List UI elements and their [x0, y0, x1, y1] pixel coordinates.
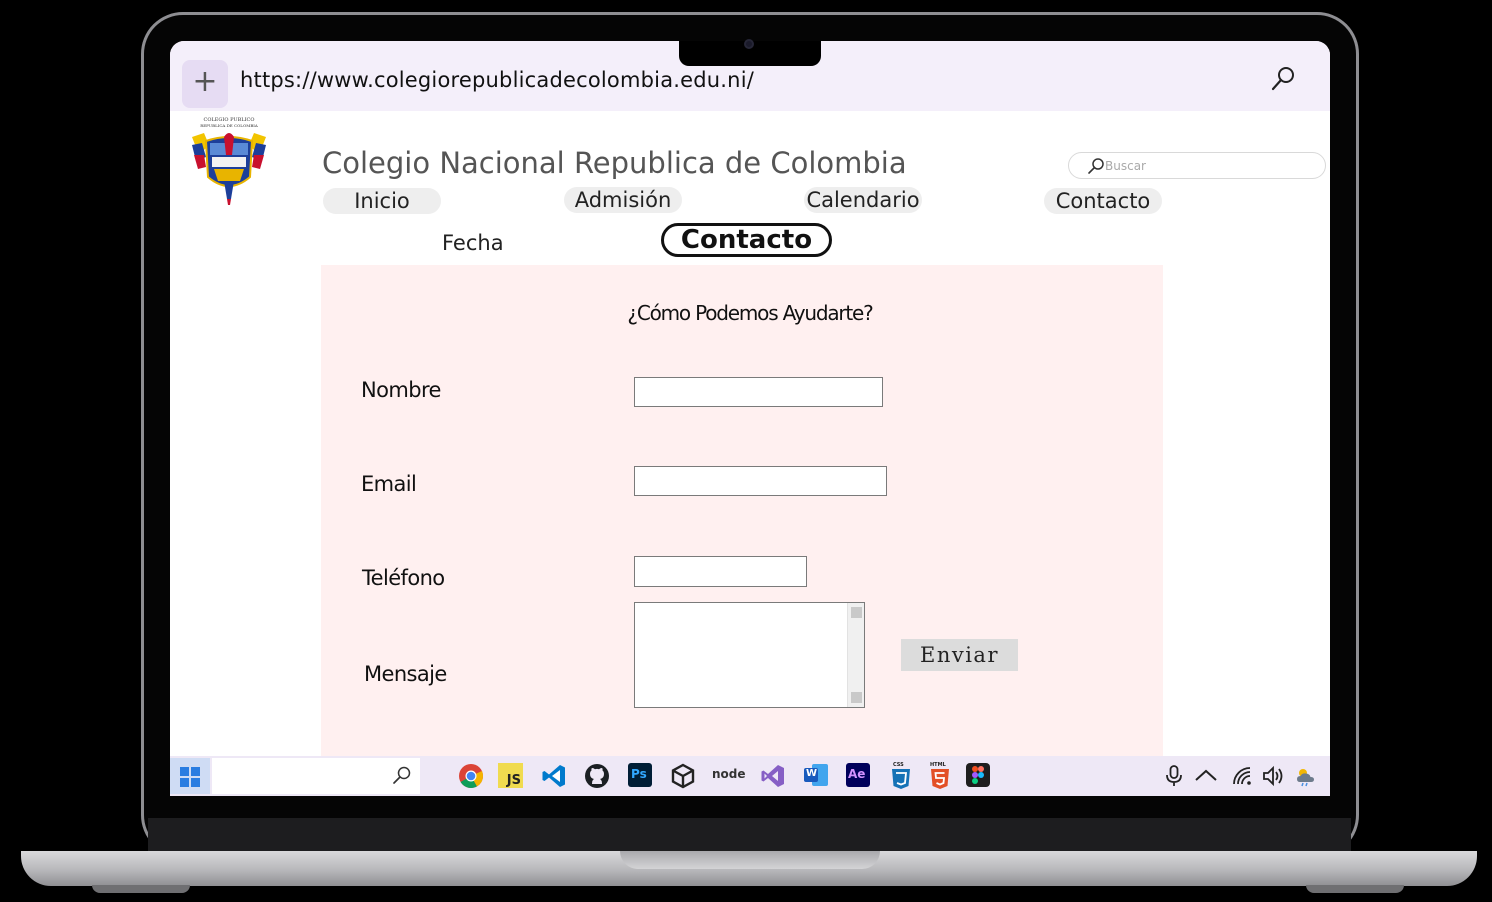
volume-icon[interactable] — [1261, 764, 1285, 788]
search-icon[interactable] — [392, 765, 412, 785]
form-heading: ¿Cómo Podemos Ayudarte? — [627, 301, 873, 325]
site-title: Colegio Nacional Republica de Colombia — [322, 146, 907, 180]
message-label: Mensaje — [364, 662, 447, 686]
name-label: Nombre — [361, 378, 441, 402]
javascript-icon[interactable]: JS — [498, 763, 523, 788]
chevron-up-icon[interactable] — [1194, 764, 1218, 788]
contact-form-panel: ¿Cómo Podemos Ayudarte? Nombre Email Tel… — [321, 265, 1163, 765]
start-button[interactable] — [170, 758, 210, 794]
figma-icon[interactable] — [966, 763, 990, 787]
scroll-down-icon[interactable] — [851, 692, 862, 703]
photoshop-icon[interactable]: Ps — [628, 763, 652, 787]
search-icon — [1088, 158, 1104, 174]
message-scrollbar[interactable] — [847, 603, 864, 707]
visual-studio-icon[interactable] — [760, 763, 786, 789]
subnav-contacto-active[interactable]: Contacto — [661, 223, 832, 257]
scroll-up-icon[interactable] — [851, 607, 862, 618]
camera-icon — [744, 39, 754, 49]
laptop-bezel — [148, 818, 1351, 852]
phone-field[interactable] — [634, 556, 807, 587]
site-search[interactable] — [1068, 152, 1326, 179]
wifi-icon[interactable] — [1230, 764, 1254, 788]
phone-label: Teléfono — [362, 566, 445, 590]
school-logo: COLEGIO PUBLICO REPUBLICA DE COLOMBIA — [192, 117, 266, 205]
microphone-icon[interactable] — [1162, 764, 1186, 788]
word-icon[interactable]: W — [804, 763, 828, 787]
svg-text:REPUBLICA DE COLOMBIA: REPUBLICA DE COLOMBIA — [200, 123, 258, 128]
nav-admision[interactable]: Admisión — [564, 187, 682, 213]
laptop-foot-left — [92, 885, 190, 893]
nodejs-icon[interactable]: node — [710, 763, 746, 789]
screen: + https://www.colegiorepublicadecolombia… — [170, 41, 1330, 796]
windows-icon — [180, 767, 200, 787]
send-button[interactable]: Enviar — [901, 639, 1018, 671]
unity-icon[interactable] — [670, 763, 696, 789]
laptop-foot-right — [1306, 885, 1404, 893]
email-field[interactable] — [634, 466, 887, 496]
name-field[interactable] — [634, 377, 883, 407]
laptop-base-notch — [620, 851, 880, 869]
search-icon[interactable] — [1270, 65, 1296, 93]
nav-inicio[interactable]: Inicio — [323, 188, 441, 214]
search-input[interactable] — [1105, 157, 1305, 175]
weather-icon[interactable] — [1294, 764, 1318, 788]
github-icon[interactable] — [584, 763, 610, 789]
taskbar-search-input[interactable] — [212, 758, 420, 794]
taskbar: JS Ps node W Ae CSS HTML — [170, 756, 1330, 796]
chrome-icon[interactable] — [458, 763, 484, 789]
html5-icon[interactable]: HTML — [929, 762, 951, 789]
address-bar[interactable]: https://www.colegiorepublicadecolombia.e… — [240, 68, 754, 92]
vscode-icon[interactable] — [541, 763, 567, 789]
nav-calendario[interactable]: Calendario — [804, 187, 922, 213]
new-tab-button[interactable]: + — [182, 60, 228, 108]
message-field[interactable] — [634, 602, 865, 708]
subnav-fecha[interactable]: Fecha — [442, 231, 504, 255]
css3-icon[interactable]: CSS — [890, 762, 912, 789]
nav-contacto[interactable]: Contacto — [1044, 188, 1162, 214]
after-effects-icon[interactable]: Ae — [846, 763, 870, 787]
email-label: Email — [361, 472, 417, 496]
